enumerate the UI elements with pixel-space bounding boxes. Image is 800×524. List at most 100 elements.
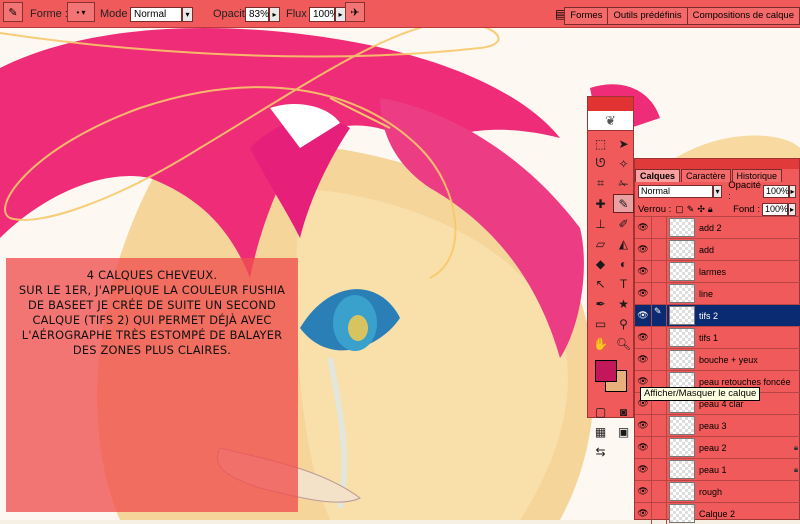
layer-row[interactable]: 👁︎ tifs 1 (635, 326, 800, 348)
airbrush-button[interactable]: ✈ (345, 2, 365, 22)
layers-panel-header[interactable] (635, 159, 799, 169)
layer-row[interactable]: 👁︎ Calque 2 (635, 502, 800, 524)
tab-calques[interactable]: Calques (635, 169, 681, 182)
layer-link-toggle[interactable] (652, 349, 667, 370)
blur-tool-icon[interactable]: ◆ (590, 254, 611, 273)
zoom-tool-icon[interactable]: 🔍︎ (613, 334, 634, 353)
layer-link-toggle[interactable] (652, 327, 667, 348)
lasso-tool-icon[interactable]: ᘎ (590, 154, 611, 173)
opacity-field[interactable]: 100% (762, 184, 789, 198)
tools-palette: ❦ ⬚ ➤ ᘎ ✧ ⌗ ✁ ✚ ✎ ⊥ ✐ ▱ ◭ ◆ ◐ ↖ T ✒ ★ ▭ … (587, 96, 634, 459)
layer-link-toggle[interactable] (652, 459, 667, 480)
visibility-eye-icon[interactable]: 👁︎ (635, 459, 652, 480)
jump-to-imageready-icon[interactable]: ⇆ (590, 442, 611, 461)
slice-tool-icon[interactable]: ✁ (613, 174, 634, 193)
move-tool-icon[interactable]: ➤ (613, 134, 634, 153)
layer-link-toggle[interactable] (652, 239, 667, 260)
layer-link-toggle[interactable] (652, 261, 667, 282)
visibility-eye-icon[interactable]: 👁︎ (635, 217, 652, 238)
layer-name: rough (699, 486, 723, 497)
foreground-color-swatch[interactable] (595, 360, 617, 382)
adobe-feather-icon[interactable]: ❦ (588, 111, 633, 131)
layer-row[interactable]: 👁︎ peau 2 🔒︎ (635, 436, 800, 458)
layer-thumbnail (669, 482, 695, 501)
path-selection-tool-icon[interactable]: ↖ (590, 274, 611, 293)
hand-tool-icon[interactable]: ✋ (590, 334, 611, 353)
layer-row[interactable]: 👁︎ peau 1 🔒︎ (635, 458, 800, 480)
layer-row[interactable]: 👁︎ bouche + yeux (635, 348, 800, 370)
eraser-tool-icon[interactable]: ▱ (590, 234, 611, 253)
full-screen-mode-icon[interactable]: ▣ (613, 422, 634, 441)
layer-row[interactable]: 👁︎ line (635, 282, 800, 304)
clone-stamp-tool-icon[interactable]: ⊥ (590, 214, 611, 233)
visibility-eye-icon[interactable]: 👁︎ (635, 327, 652, 348)
mode-select[interactable]: Normal (130, 6, 182, 22)
paint-bucket-tool-icon[interactable]: ◭ (613, 234, 634, 253)
layer-row[interactable]: 👁︎ peau 3 (635, 414, 800, 436)
layer-link-toggle[interactable] (652, 217, 667, 238)
type-tool-icon[interactable]: T (613, 274, 634, 293)
visibility-eye-icon[interactable]: 👁︎ (635, 239, 652, 260)
fill-label: Fond : (733, 203, 760, 215)
visibility-eye-icon[interactable]: 👁︎ (635, 415, 652, 436)
marquee-tool-icon[interactable]: ⬚ (590, 134, 611, 153)
notes-tool-icon[interactable]: ▭ (590, 314, 611, 333)
blend-mode-select[interactable]: Normal (638, 184, 713, 198)
mode-label: Mode : (100, 8, 134, 20)
layer-link-toggle[interactable] (652, 437, 667, 458)
lock-options-icon[interactable]: ▢✎✣🔒︎ (675, 204, 715, 215)
brush-tool-icon[interactable]: ✎ (613, 194, 634, 213)
lock-icon: 🔒︎ (793, 464, 799, 474)
layer-row[interactable]: 👁︎ add 2 (635, 216, 800, 238)
layer-link-toggle[interactable] (652, 415, 667, 436)
crop-tool-icon[interactable]: ⌗ (590, 174, 611, 193)
layer-row[interactable]: 👁︎ rough (635, 480, 800, 502)
fill-slider-icon[interactable]: ▸ (788, 202, 796, 216)
fill-field[interactable]: 100% (762, 202, 788, 216)
layer-name: line (699, 288, 714, 299)
tools-palette-header[interactable] (588, 97, 633, 111)
brush-preset-button[interactable]: ✎ (3, 2, 23, 22)
dodge-tool-icon[interactable]: ◐ (613, 254, 634, 273)
flux-field[interactable]: 100% (309, 6, 339, 22)
layer-thumbnail (669, 218, 695, 237)
layer-link-toggle[interactable] (652, 503, 667, 524)
healing-brush-tool-icon[interactable]: ✚ (590, 194, 611, 213)
quick-mask-mode-icon[interactable]: ◙ (613, 402, 634, 421)
layer-thumbnail (669, 350, 695, 369)
tab-formes[interactable]: Formes (565, 7, 609, 25)
layer-link-toggle[interactable] (652, 481, 667, 502)
visibility-eye-icon[interactable]: 👁︎ (635, 349, 652, 370)
brush-shape-picker[interactable]: • ▾ (67, 2, 95, 22)
visibility-eye-icon[interactable]: 👁︎ (635, 261, 652, 282)
layer-row[interactable]: 👁︎ ✎ tifs 2 (635, 304, 800, 326)
layer-name: add (699, 244, 715, 255)
shape-tool-icon[interactable]: ★ (613, 294, 634, 313)
visibility-eye-icon[interactable]: 👁︎ (635, 283, 652, 304)
mode-dropdown-icon[interactable]: ▾ (182, 6, 193, 22)
standard-mode-icon[interactable]: ▢ (590, 402, 611, 421)
opacite-field[interactable]: 83% (245, 6, 269, 22)
magic-wand-tool-icon[interactable]: ✧ (613, 154, 634, 173)
airbrush-icon: ✈ (350, 6, 360, 19)
visibility-eye-icon[interactable]: 👁︎ (635, 437, 652, 458)
annotation-line: L'AÉROGRAPHE TRÈS ESTOMPÉ DE BALAYER (21, 328, 283, 342)
opacite-slider-icon[interactable]: ▸ (269, 6, 280, 22)
tab-compositions-de-calque[interactable]: Compositions de calque (687, 7, 800, 25)
screen-mode-icon[interactable]: ▦ (590, 422, 611, 441)
visibility-eye-icon[interactable]: 👁︎ (635, 305, 652, 326)
history-brush-tool-icon[interactable]: ✐ (613, 214, 634, 233)
visibility-eye-icon[interactable]: 👁︎ (635, 481, 652, 502)
tab-outils-predefinis[interactable]: Outils prédéfinis (608, 7, 688, 25)
layer-name: Calque 2 (699, 508, 736, 519)
visibility-eye-icon[interactable]: 👁︎ (635, 503, 652, 524)
layer-row[interactable]: 👁︎ larmes (635, 260, 800, 282)
layer-link-toggle[interactable] (652, 283, 667, 304)
tab-caractere[interactable]: Caractère (681, 169, 731, 182)
pen-tool-icon[interactable]: ✒ (590, 294, 611, 313)
layer-link-toggle[interactable]: ✎ (652, 305, 667, 326)
eyedropper-tool-icon[interactable]: ⚲ (613, 314, 634, 333)
opacity-slider-icon[interactable]: ▸ (788, 184, 796, 198)
layer-row[interactable]: 👁︎ add (635, 238, 800, 260)
blend-mode-dropdown-icon[interactable]: ▾ (712, 184, 723, 198)
